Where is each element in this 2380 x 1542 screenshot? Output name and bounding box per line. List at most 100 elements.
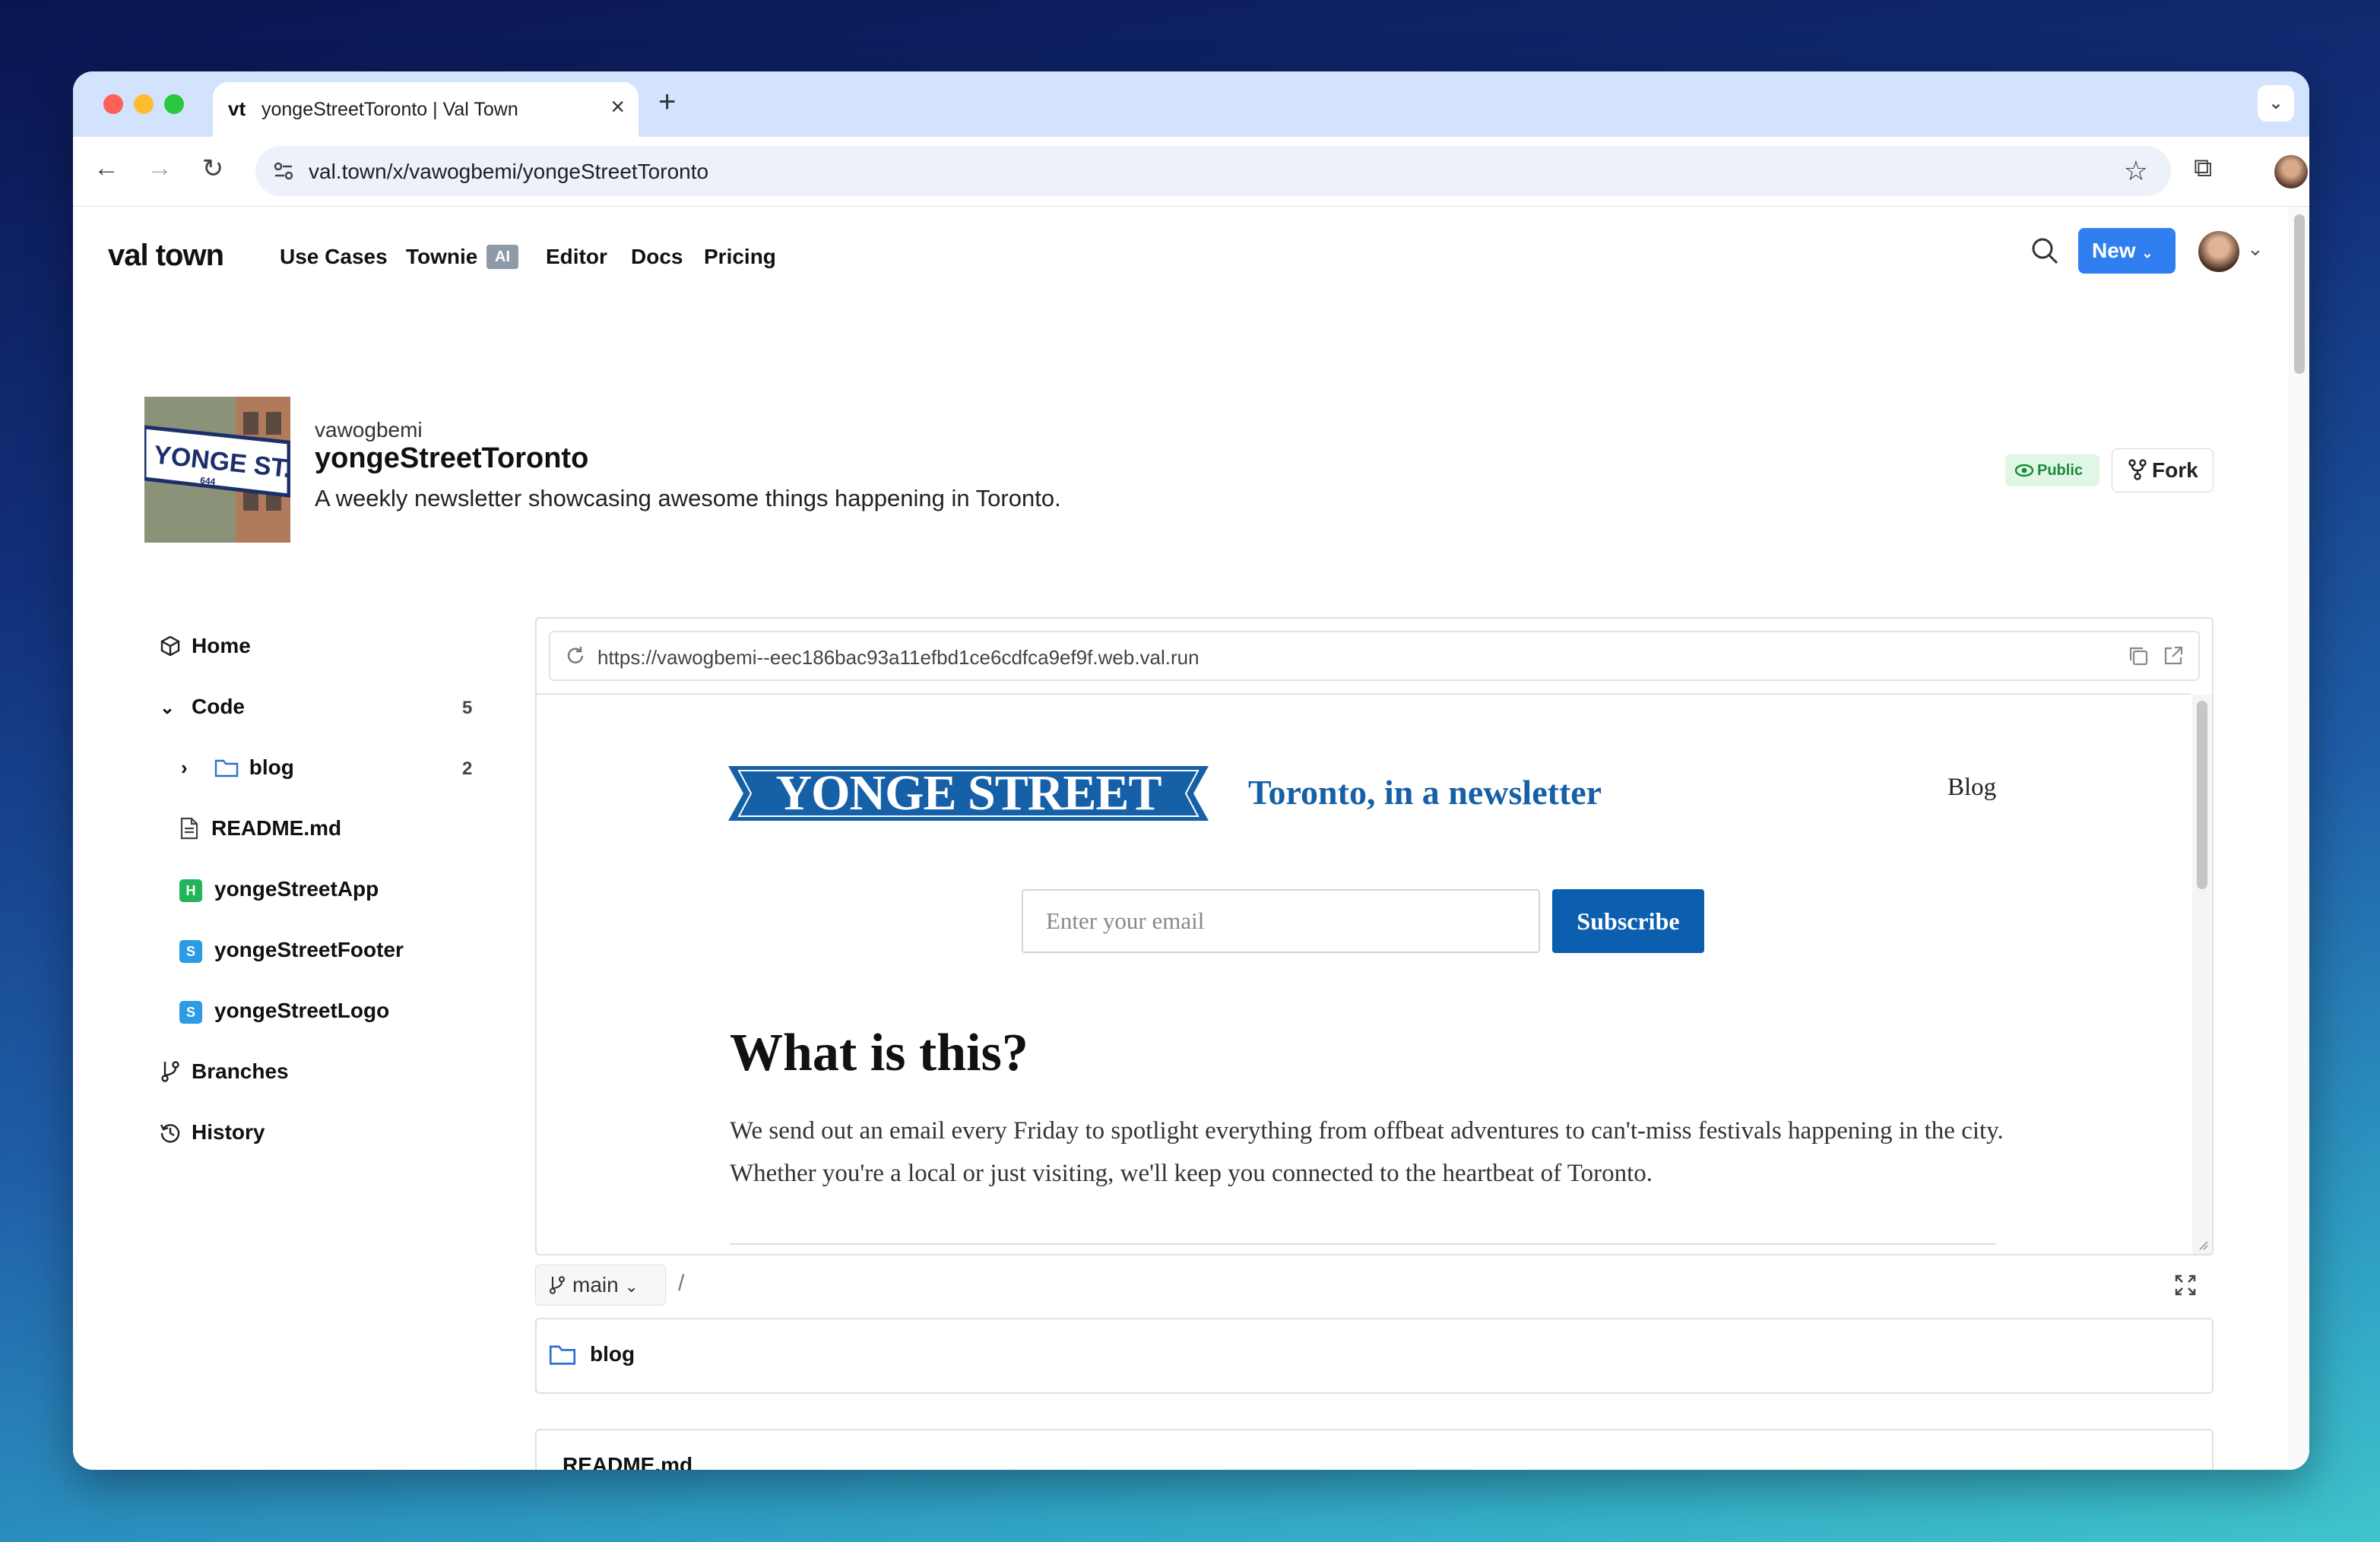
sidebar-label-branches: Branches <box>192 1059 289 1083</box>
email-input[interactable]: Enter your email <box>1022 889 1540 953</box>
sidebar-label-yongestreetlogo: yongeStreetLogo <box>214 999 390 1022</box>
chevron-down-icon: ⌄ <box>2141 245 2153 261</box>
folder-icon <box>549 1345 576 1365</box>
eye-icon <box>2014 464 2034 477</box>
browser-toolbar: ← → ↻ val.town/x/vawogbemi/yongeStreetTo… <box>73 137 2309 207</box>
history-icon <box>160 1124 180 1143</box>
chevron-right-icon: › <box>181 756 188 779</box>
expand-icon[interactable] <box>2174 1274 2197 1297</box>
sidebar-item-home[interactable]: Home <box>160 634 251 658</box>
file-list: blog <box>535 1318 2214 1394</box>
branch-selector[interactable]: main ⌄ <box>535 1265 666 1306</box>
open-external-icon[interactable] <box>2162 644 2185 667</box>
tab-title: yongeStreetToronto | Val Town <box>261 99 518 120</box>
address-bar[interactable]: val.town/x/vawogbemi/yongeStreetToronto … <box>255 146 2171 196</box>
bookmark-star-icon[interactable]: ☆ <box>2124 155 2148 187</box>
preview-scrollbar-thumb[interactable] <box>2197 701 2207 889</box>
sidebar-item-readme[interactable]: README.md <box>179 816 341 841</box>
chevron-down-icon[interactable]: ⌄ <box>2247 237 2264 261</box>
fork-icon <box>2128 459 2147 480</box>
cube-icon <box>160 635 180 657</box>
sidebar-item-folder-blog[interactable]: › blog <box>181 755 294 780</box>
search-icon[interactable] <box>2030 236 2060 266</box>
http-preview-panel: https://vawogbemi--eec186bac93a11efbd1ce… <box>535 617 2214 1255</box>
chevron-down-icon: ⌄ <box>160 698 176 718</box>
newsletter-tagline: Toronto, in a newsletter <box>1248 773 1602 812</box>
favicon-icon: vt <box>228 97 246 120</box>
sidebar-label-code: Code <box>192 695 245 718</box>
close-window-button[interactable] <box>103 94 123 114</box>
resize-handle-icon[interactable] <box>2197 1239 2209 1251</box>
branch-icon <box>161 1061 179 1082</box>
reload-icon[interactable]: ↻ <box>195 154 231 184</box>
yonge-street-sign-image: YONGE ST. 644 <box>144 397 290 543</box>
browser-window: vt yongeStreetToronto | Val Town × + ⌄ ←… <box>73 71 2309 1470</box>
nav-use-cases[interactable]: Use Cases <box>280 245 388 269</box>
readme-title: README.md <box>563 1453 693 1470</box>
sidebar-label-blog: blog <box>249 755 294 779</box>
document-icon <box>180 817 198 840</box>
refresh-icon[interactable] <box>564 644 587 667</box>
file-list-item-blog[interactable]: blog <box>549 1342 635 1366</box>
nav-docs[interactable]: Docs <box>631 245 683 269</box>
preview-url[interactable]: https://vawogbemi--eec186bac93a11efbd1ce… <box>597 646 1200 670</box>
back-arrow-icon[interactable]: ← <box>88 154 125 183</box>
blog-link[interactable]: Blog <box>1947 774 1996 802</box>
nav-townie[interactable]: Townie <box>406 245 477 269</box>
sign-number: 644 <box>200 475 217 487</box>
page-scrollbar-thumb[interactable] <box>2294 214 2305 374</box>
sidebar-item-code[interactable]: ⌄ Code <box>160 695 245 719</box>
copy-icon[interactable] <box>2127 644 2150 667</box>
sidebar-item-yongestreetlogo[interactable]: SyongeStreetLogo <box>179 999 389 1024</box>
browser-tab[interactable]: vt yongeStreetToronto | Val Town × <box>213 82 639 137</box>
readme-panel: README.md <box>535 1429 2214 1470</box>
tab-search-chevron-icon[interactable]: ⌄ <box>2258 85 2294 122</box>
site-settings-icon[interactable] <box>272 160 295 182</box>
maximize-window-button[interactable] <box>164 94 184 114</box>
subscribe-button[interactable]: Subscribe <box>1552 889 1704 953</box>
nav-pricing[interactable]: Pricing <box>704 245 776 269</box>
new-tab-button[interactable]: + <box>658 85 676 119</box>
extensions-puzzle-icon[interactable]: ⧉ <box>2194 154 2212 183</box>
tab-strip: vt yongeStreetToronto | Val Town × + ⌄ <box>73 71 2309 137</box>
script-type-badge: S <box>179 1000 202 1024</box>
divider <box>730 1243 1996 1245</box>
sidebar-item-branches[interactable]: Branches <box>160 1059 289 1084</box>
avatar[interactable] <box>2198 231 2239 272</box>
minimize-window-button[interactable] <box>134 94 154 114</box>
new-button[interactable]: New ⌄ <box>2078 228 2176 274</box>
sidebar-label-history: History <box>192 1120 265 1144</box>
val-owner[interactable]: vawogbemi <box>315 418 423 442</box>
code-count: 5 <box>462 698 473 718</box>
sidebar-label-yongestreetapp: yongeStreetApp <box>214 877 379 901</box>
preview-url-bar: https://vawogbemi--eec186bac93a11efbd1ce… <box>549 631 2200 681</box>
http-type-badge: H <box>179 879 202 902</box>
profile-avatar[interactable] <box>2274 155 2308 188</box>
folder-count: 2 <box>462 758 473 779</box>
sidebar-label-home: Home <box>192 634 251 657</box>
ai-badge: AI <box>486 245 518 269</box>
page-scrollbar[interactable] <box>2288 207 2309 1470</box>
fork-button[interactable]: Fork <box>2112 448 2214 492</box>
chevron-down-icon: ⌄ <box>624 1277 639 1296</box>
close-tab-icon[interactable]: × <box>610 93 625 121</box>
fork-label: Fork <box>2152 458 2198 482</box>
sidebar-label-yongestreetfooter: yongeStreetFooter <box>214 938 404 961</box>
script-type-badge: S <box>179 939 202 963</box>
sidebar-item-history[interactable]: History <box>160 1120 265 1145</box>
preview-scrollbar[interactable] <box>2192 695 2212 1254</box>
sidebar-label-readme: README.md <box>211 816 342 840</box>
forward-arrow-icon[interactable]: → <box>141 154 178 183</box>
folder-icon <box>214 759 238 777</box>
page-content: val town Use Cases Townie AI Editor Docs… <box>73 207 2309 1470</box>
nav-editor[interactable]: Editor <box>546 245 607 269</box>
public-badge-label: Public <box>2037 462 2084 479</box>
val-town-logo[interactable]: val town <box>108 239 224 273</box>
branch-name: main <box>572 1273 619 1297</box>
logo-text: YONGE STREET <box>775 765 1162 821</box>
sidebar-item-yongestreetapp[interactable]: HyongeStreetApp <box>179 877 379 902</box>
sidebar-item-yongestreetfooter[interactable]: SyongeStreetFooter <box>179 938 404 963</box>
url-text: val.town/x/vawogbemi/yongeStreetToronto <box>309 160 709 183</box>
path-separator: / <box>678 1271 685 1296</box>
yonge-street-logo: YONGE STREET <box>728 766 1209 821</box>
